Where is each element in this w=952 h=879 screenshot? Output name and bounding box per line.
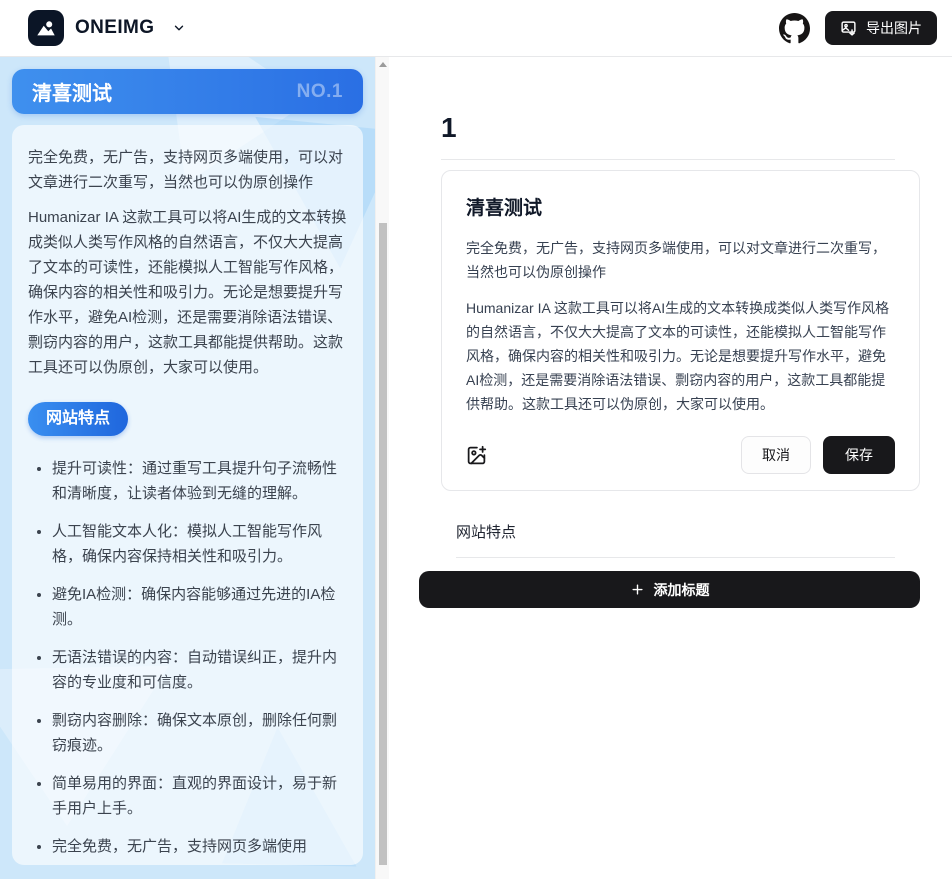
section-edit-card: 清喜测试 完全免费，无广告，支持网页多端使用，可以对文章进行二次重写，当然也可以… xyxy=(441,170,920,491)
oneimg-logo-icon xyxy=(28,10,64,46)
feature-item: 避免IA检测：确保内容能够通过先进的IA检测。 xyxy=(52,582,347,632)
feature-item: 人工智能文本人化：模拟人工智能写作风格，确保内容保持相关性和吸引力。 xyxy=(52,519,347,569)
scroll-up-arrow-icon[interactable] xyxy=(379,62,387,67)
top-header: ONEIMG 导出图片 xyxy=(0,0,952,57)
preview-title: 清喜测试 xyxy=(32,77,112,106)
next-section-title[interactable]: 网站特点 xyxy=(456,521,920,542)
feature-item: 无语法错误的内容：自动错误纠正，提升内容的专业度和可信度。 xyxy=(52,645,347,695)
brand-name: ONEIMG xyxy=(75,17,154,39)
card-intro-paragraph[interactable]: 完全免费，无广告，支持网页多端使用，可以对文章进行二次重写，当然也可以伪原创操作 xyxy=(466,236,895,284)
section-number-heading: 1 xyxy=(441,113,920,143)
scrollbar-thumb[interactable] xyxy=(379,223,387,865)
section-divider xyxy=(441,159,895,160)
export-image-button[interactable]: 导出图片 xyxy=(825,11,937,45)
plus-icon xyxy=(630,582,645,597)
header-actions: 导出图片 xyxy=(779,11,937,45)
feature-item: 提升可读性：通过重写工具提升句子流畅性和清晰度，让读者体验到无缝的理解。 xyxy=(52,456,347,506)
chevron-down-icon xyxy=(172,21,186,35)
sidebar-scrollbar[interactable] xyxy=(375,57,389,879)
preview-content-card: 完全免费，无广告，支持网页多端使用，可以对文章进行二次重写，当然也可以伪原创操作… xyxy=(12,125,363,865)
brand-menu[interactable]: ONEIMG xyxy=(28,10,186,46)
feature-item: 简单易用的界面：直观的界面设计，易于新手用户上手。 xyxy=(52,771,347,821)
add-title-button[interactable]: 添加标题 xyxy=(419,571,920,608)
preview-description-paragraph: Humanizar IA 这款工具可以将AI生成的文本转换成类似人类写作风格的自… xyxy=(28,205,347,380)
feature-item: 完全免费，无广告，支持网页多端使用 xyxy=(52,834,347,859)
card-description-paragraph[interactable]: Humanizar IA 这款工具可以将AI生成的文本转换成类似人类写作风格的自… xyxy=(466,296,895,416)
features-section-badge: 网站特点 xyxy=(28,402,128,436)
cancel-button[interactable]: 取消 xyxy=(741,436,811,474)
feature-list: 提升可读性：通过重写工具提升句子流畅性和清晰度，让读者体验到无缝的理解。 人工智… xyxy=(28,456,347,859)
preview-intro-paragraph: 完全免费，无广告，支持网页多端使用，可以对文章进行二次重写，当然也可以伪原创操作 xyxy=(28,145,347,195)
export-image-icon xyxy=(840,20,857,37)
save-button[interactable]: 保存 xyxy=(823,436,895,474)
preview-panel: 清喜测试 NO.1 完全免费，无广告，支持网页多端使用，可以对文章进行二次重写，… xyxy=(0,57,375,879)
editor-panel: 1 清喜测试 完全免费，无广告，支持网页多端使用，可以对文章进行二次重写，当然也… xyxy=(389,57,952,879)
github-icon[interactable] xyxy=(779,13,810,44)
preview-title-card: 清喜测试 NO.1 xyxy=(12,69,363,114)
add-image-icon[interactable] xyxy=(466,445,487,466)
add-title-label: 添加标题 xyxy=(654,580,710,600)
export-image-label: 导出图片 xyxy=(866,18,922,38)
content-row: 清喜测试 NO.1 完全免费，无广告，支持网页多端使用，可以对文章进行二次重写，… xyxy=(0,57,952,879)
card-title[interactable]: 清喜测试 xyxy=(466,193,895,220)
next-section-divider xyxy=(456,557,895,558)
card-footer: 取消 保存 xyxy=(466,436,895,474)
feature-item: 剽窃内容删除：确保文本原创，删除任何剽窃痕迹。 xyxy=(52,708,347,758)
rank-badge: NO.1 xyxy=(297,81,343,103)
